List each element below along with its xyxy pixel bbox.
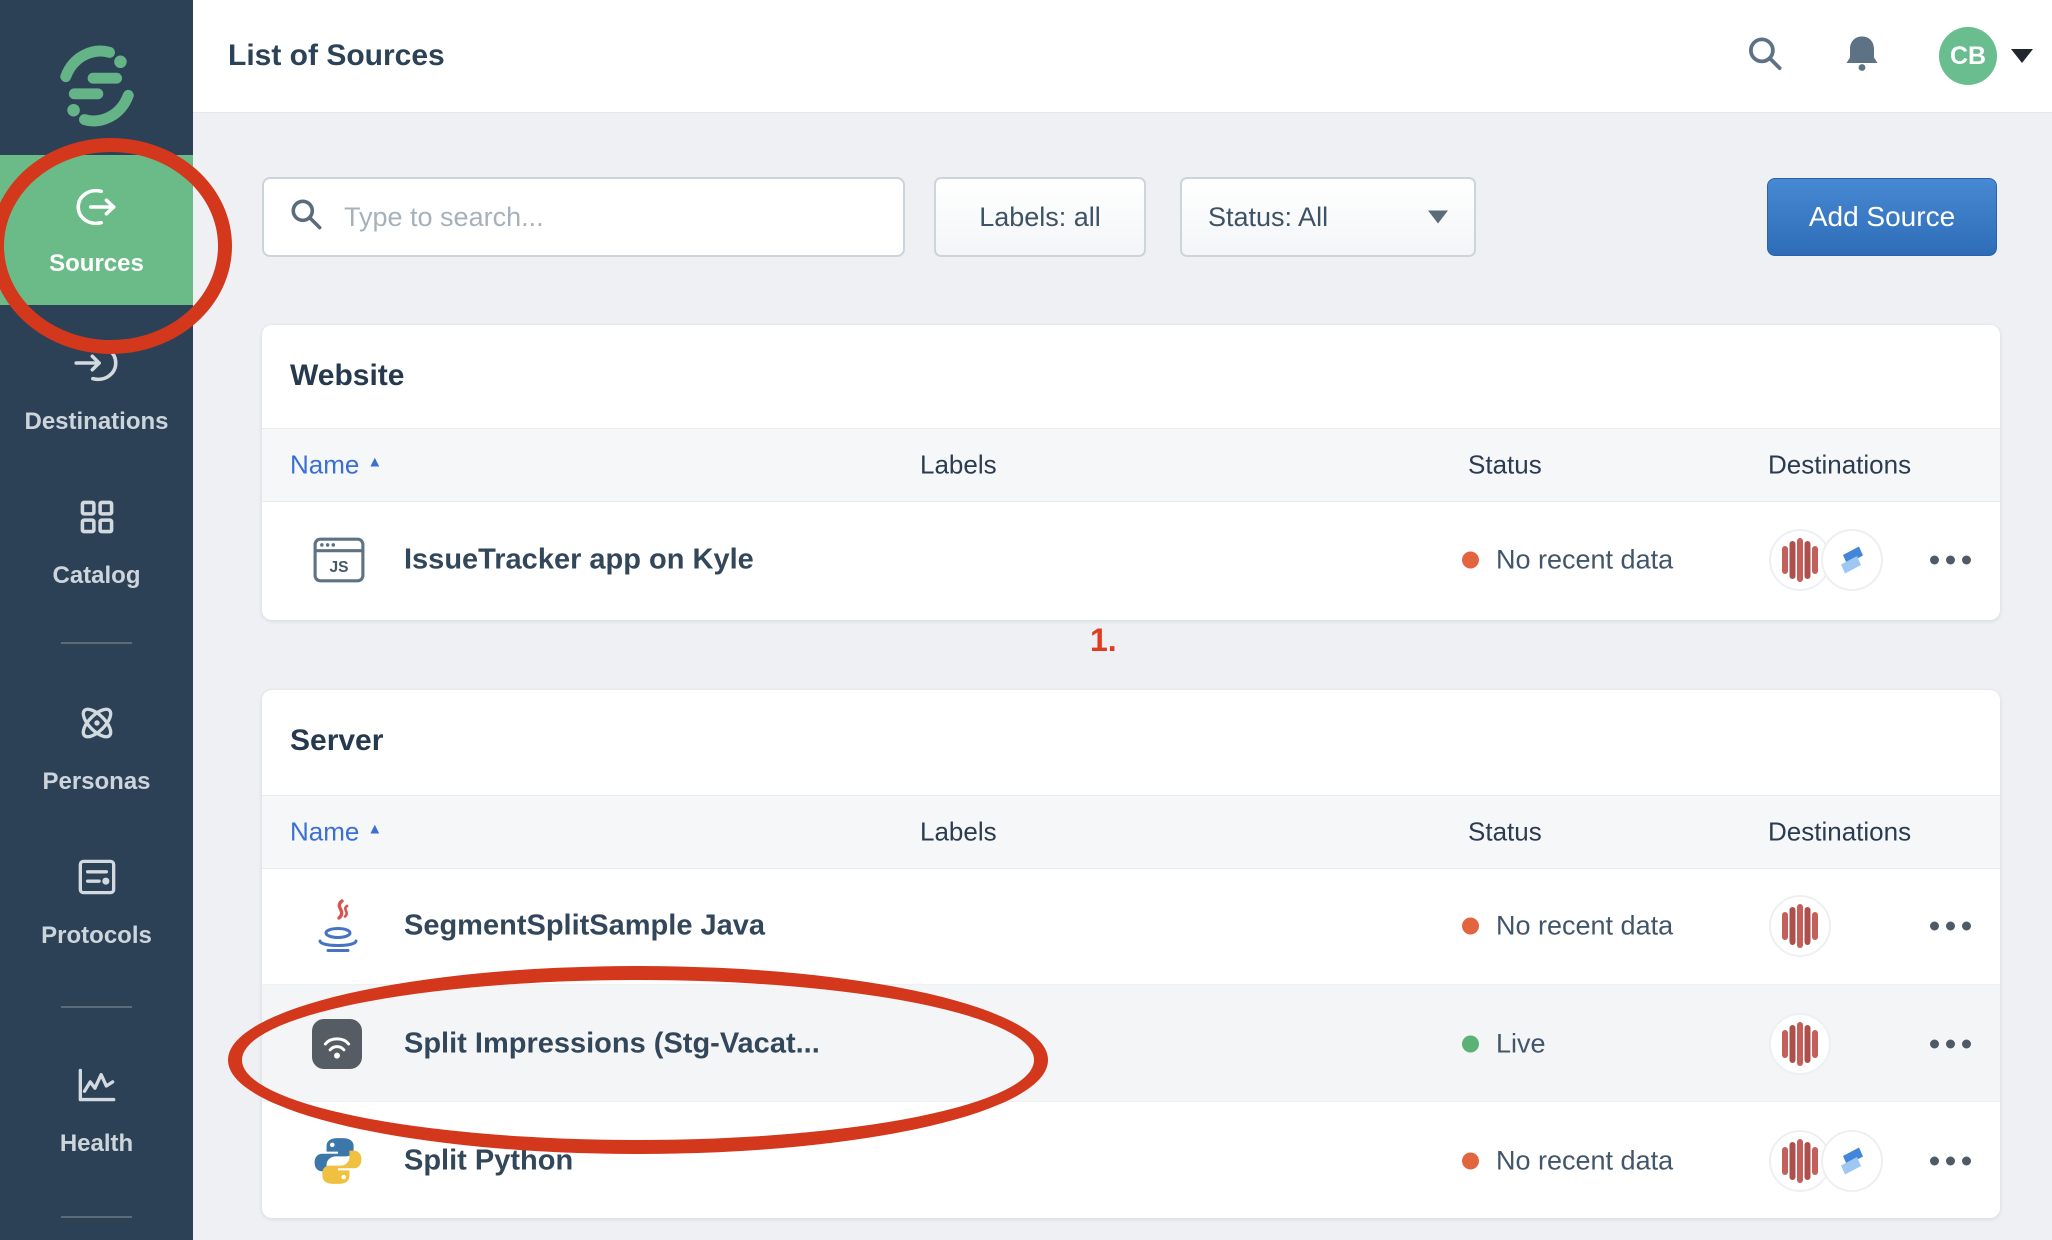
- table-row[interactable]: JS IssueTracker app on Kyle No recent da…: [262, 500, 2000, 620]
- sort-asc-icon: ▲: [367, 821, 382, 838]
- redshift-destination-icon[interactable]: [1769, 895, 1831, 957]
- status-dot-icon: [1462, 1152, 1479, 1169]
- avatar[interactable]: CB: [1939, 27, 1997, 85]
- destinations-cell: [1769, 895, 1831, 957]
- protocols-icon: [72, 852, 122, 909]
- status-dot-icon: [1462, 1035, 1479, 1052]
- column-header-labels: Labels: [920, 817, 997, 848]
- status-text: No recent data: [1496, 1145, 1673, 1176]
- sidebar-item-label: Personas: [42, 768, 150, 796]
- destinations-cell: [1769, 529, 1883, 591]
- health-icon: [72, 1060, 122, 1117]
- status-filter-dropdown[interactable]: Status: All: [1180, 177, 1476, 257]
- column-header-name[interactable]: Name▲: [290, 817, 382, 848]
- sidebar-divider: [61, 642, 132, 644]
- sidebar-item-health[interactable]: Health: [0, 1060, 193, 1158]
- sidebar-item-label: Destinations: [24, 408, 168, 436]
- row-overflow-menu-icon[interactable]: [1900, 1039, 2000, 1048]
- source-name[interactable]: Split Python: [404, 1144, 573, 1177]
- redshift-destination-icon[interactable]: [1769, 1013, 1831, 1075]
- split-destination-icon[interactable]: [1821, 529, 1883, 591]
- table-header: Name▲ Labels Status Destinations: [262, 428, 2000, 502]
- topbar: List of Sources CB: [193, 0, 2052, 113]
- labels-filter-label: Labels: all: [979, 202, 1101, 233]
- column-header-status: Status: [1468, 817, 1542, 848]
- source-name[interactable]: IssueTracker app on Kyle: [404, 544, 754, 577]
- status-cell: No recent data: [1462, 910, 1673, 941]
- server-section-card: Server Name▲ Labels Status Destinations …: [262, 690, 2000, 1218]
- split-destination-icon[interactable]: [1821, 1130, 1883, 1192]
- avatar-initials: CB: [1950, 42, 1986, 71]
- row-overflow-menu-icon[interactable]: [1900, 921, 2000, 930]
- search-input[interactable]: [342, 201, 903, 234]
- status-text: No recent data: [1496, 545, 1673, 576]
- status-text: Live: [1496, 1028, 1546, 1059]
- table-row[interactable]: Split Impressions (Stg-Vacat... Live: [262, 984, 2000, 1102]
- sidebar-item-label: Catalog: [52, 562, 140, 590]
- website-section-card: Website Name▲ Labels Status Destinations…: [262, 325, 2000, 620]
- column-header-destinations: Destinations: [1768, 817, 1911, 848]
- destinations-cell: [1769, 1013, 1831, 1075]
- status-cell: No recent data: [1462, 545, 1673, 576]
- catalog-icon: [72, 492, 122, 549]
- sidebar-item-destinations[interactable]: Destinations: [0, 338, 193, 436]
- sidebar-item-label: Health: [60, 1130, 133, 1158]
- search-input-wrapper: [262, 177, 905, 257]
- svg-text:JS: JS: [329, 559, 348, 576]
- page-title: List of Sources: [228, 39, 445, 73]
- sidebar-item-personas[interactable]: Personas: [0, 698, 193, 796]
- sidebar: Sources Destinations Cata: [0, 0, 193, 1240]
- sidebar-item-protocols[interactable]: Protocols: [0, 852, 193, 950]
- add-source-button[interactable]: Add Source: [1767, 178, 1997, 256]
- http-api-source-icon: [312, 1019, 362, 1069]
- java-source-icon: [312, 897, 364, 955]
- column-header-labels: Labels: [920, 450, 997, 481]
- sidebar-divider: [61, 1216, 132, 1218]
- sidebar-item-label: Sources: [49, 250, 144, 278]
- search-icon[interactable]: [1742, 31, 1788, 82]
- row-overflow-menu-icon[interactable]: [1900, 556, 2000, 565]
- table-row[interactable]: Split Python No recent data: [262, 1101, 2000, 1219]
- javascript-source-icon: JS: [312, 533, 366, 587]
- personas-icon: [72, 698, 122, 755]
- sources-icon: [72, 182, 122, 239]
- section-title: Server: [290, 724, 383, 758]
- sidebar-item-sources[interactable]: Sources: [0, 155, 193, 305]
- account-menu-caret-icon[interactable]: [2011, 49, 2033, 63]
- segment-logo-icon: [47, 36, 147, 141]
- source-name[interactable]: Split Impressions (Stg-Vacat...: [404, 1027, 820, 1060]
- source-name[interactable]: SegmentSplitSample Java: [404, 909, 765, 942]
- destinations-cell: [1769, 1130, 1883, 1192]
- sidebar-item-catalog[interactable]: Catalog: [0, 492, 193, 590]
- row-overflow-menu-icon[interactable]: [1900, 1156, 2000, 1165]
- destinations-icon: [72, 338, 122, 395]
- column-header-status: Status: [1468, 450, 1542, 481]
- status-text: No recent data: [1496, 910, 1673, 941]
- column-header-name[interactable]: Name▲: [290, 450, 382, 481]
- table-header: Name▲ Labels Status Destinations: [262, 795, 2000, 869]
- chevron-down-icon: [1428, 211, 1448, 224]
- python-source-icon: [312, 1135, 364, 1187]
- status-dot-icon: [1462, 917, 1479, 934]
- app-screen: Sources Destinations Cata: [0, 0, 2052, 1240]
- status-cell: Live: [1462, 1028, 1546, 1059]
- notifications-bell-icon[interactable]: [1838, 30, 1886, 83]
- table-row[interactable]: SegmentSplitSample Java No recent data: [262, 867, 2000, 984]
- sidebar-item-label: Protocols: [41, 922, 152, 950]
- search-icon: [288, 196, 326, 239]
- annotation-step-number: 1.: [1090, 622, 1117, 659]
- status-dot-icon: [1462, 552, 1479, 569]
- labels-filter-button[interactable]: Labels: all: [934, 177, 1146, 257]
- status-filter-label: Status: All: [1208, 202, 1328, 233]
- sidebar-divider: [61, 1006, 132, 1008]
- sort-asc-icon: ▲: [367, 454, 382, 471]
- column-header-destinations: Destinations: [1768, 450, 1911, 481]
- status-cell: No recent data: [1462, 1145, 1673, 1176]
- section-title: Website: [290, 359, 404, 393]
